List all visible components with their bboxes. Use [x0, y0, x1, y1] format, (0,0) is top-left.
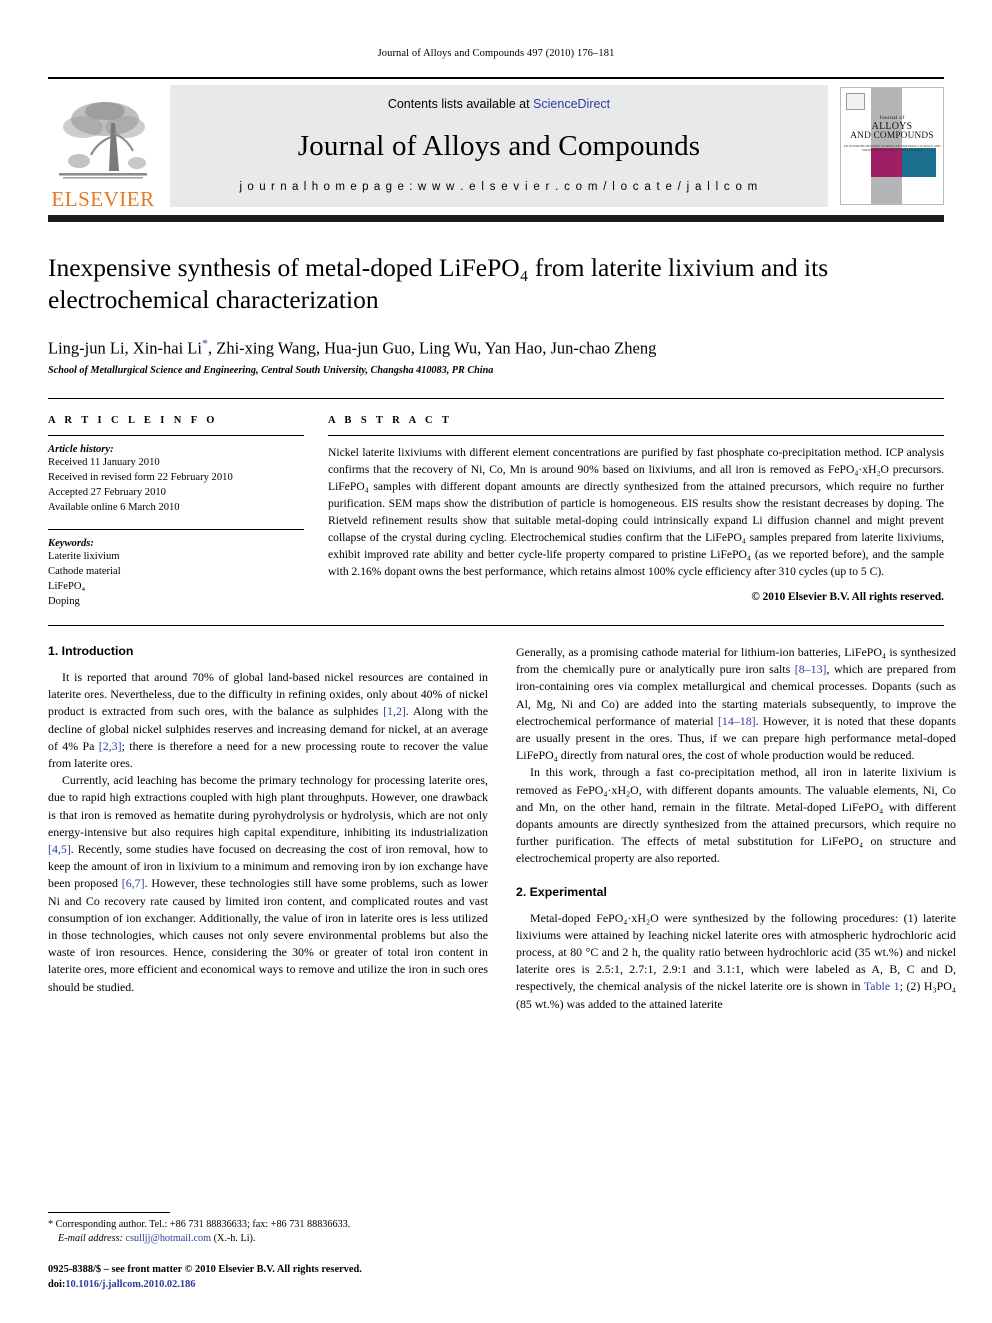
masthead-bottom-rule	[48, 215, 944, 222]
paragraph: It is reported that around 70% of global…	[48, 669, 488, 772]
title-block: Inexpensive synthesis of metal-doped LiF…	[48, 222, 944, 376]
running-head: Journal of Alloys and Compounds 497 (201…	[377, 48, 615, 59]
journal-masthead: ELSEVIER Contents lists available at Sci…	[48, 77, 944, 213]
citation-link[interactable]: [6,7]	[122, 876, 145, 890]
email-label: E-mail address:	[58, 1233, 123, 1245]
article-info-column: A R T I C L E I N F O Article history: R…	[48, 415, 304, 609]
email-suffix: (X.-h. Li).	[211, 1233, 256, 1245]
journal-homepage-line: j o u r n a l h o m e p a g e : w w w . …	[239, 181, 758, 193]
paragraph: Metal-doped FePO₄·xH₂O were synthesized …	[516, 910, 956, 1013]
authors-rest: , Zhi-xing Wang, Hua-jun Guo, Ling Wu, Y…	[207, 338, 657, 358]
body-top-rule	[48, 625, 944, 626]
keywords-block: Keywords: Laterite lixivium Cathode mate…	[48, 528, 304, 609]
corresponding-author-note: * Corresponding author. Tel.: +86 731 88…	[48, 1218, 351, 1230]
homepage-label: j o u r n a l h o m e p a g e :	[239, 181, 414, 193]
copyright-line: © 2010 Elsevier B.V. All rights reserved…	[751, 591, 944, 603]
footnote-area: * Corresponding author. Tel.: +86 731 88…	[48, 1211, 488, 1293]
homepage-url[interactable]: w w w . e l s e v i e r . c o m / l o c …	[418, 181, 759, 193]
cover-line-3: AND COMPOUNDS	[850, 131, 934, 142]
cover-magenta-block	[870, 148, 903, 178]
email-link[interactable]: csulljj@hotmail.com	[126, 1233, 212, 1244]
history-item: Received in revised form 22 February 201…	[48, 471, 233, 483]
article-info-rule	[48, 434, 304, 436]
elsevier-tree-icon	[53, 93, 153, 189]
citation-link[interactable]: [8–13]	[795, 662, 827, 676]
section-heading-experimental: 2. Experimental	[516, 884, 607, 899]
keywords-rule	[48, 528, 304, 530]
section-heading-introduction: 1. Introduction	[48, 644, 134, 658]
body-column-right: Generally, as a promising cathode materi…	[516, 644, 956, 1013]
keyword-item: Laterite lixivium	[48, 550, 120, 562]
keyword-item: Doping	[48, 595, 80, 607]
keywords-label: Keywords:	[48, 537, 94, 549]
history-item: Received 11 January 2010	[48, 456, 160, 468]
authors-first: Ling-jun Li, Xin-hai Li	[48, 338, 202, 358]
paragraph: Generally, as a promising cathode materi…	[516, 644, 956, 764]
keyword-item: LiFePO₄	[48, 580, 86, 592]
page-title: Inexpensive synthesis of metal-doped LiF…	[48, 253, 829, 315]
para-text: . However, these technologies still have…	[48, 876, 489, 994]
citation-link[interactable]: [14–18]	[718, 714, 756, 728]
author-list: Ling-jun Li, Xin-hai Li*, Zhi-xing Wang,…	[48, 336, 944, 359]
issn-line: 0925-8388/$ – see front matter © 2010 El…	[48, 1264, 362, 1276]
doi-label: doi:	[48, 1279, 66, 1291]
contents-available-line: Contents lists available at ScienceDirec…	[388, 97, 610, 111]
citation-link[interactable]: [4,5]	[48, 842, 71, 856]
paper-page: Journal of Alloys and Compounds 497 (201…	[0, 0, 992, 1323]
abstract-text: Nickel laterite lixiviums with different…	[328, 445, 944, 578]
abstract-heading: A B S T R A C T	[328, 414, 453, 426]
abstract-column: A B S T R A C T Nickel laterite lixivium…	[328, 415, 944, 609]
doi-line: doi:10.1016/j.jallcom.2010.02.186	[48, 1278, 488, 1293]
journal-title: Journal of Alloys and Compounds	[297, 129, 701, 162]
article-history-label: Article history:	[48, 443, 114, 455]
journal-cover-thumbnail: Journal of ALLOYS AND COMPOUNDS AN INTER…	[840, 87, 944, 205]
info-abstract-row: A R T I C L E I N F O Article history: R…	[48, 397, 944, 609]
contents-prefix: Contents lists available at	[387, 97, 534, 111]
sciencedirect-link[interactable]: ScienceDirect	[533, 97, 610, 111]
masthead-banner: Contents lists available at ScienceDirec…	[170, 85, 828, 207]
article-info-heading: A R T I C L E I N F O	[48, 414, 218, 426]
citation-link[interactable]: [1,2]	[383, 704, 406, 718]
elsevier-wordmark: ELSEVIER	[51, 187, 155, 211]
email-note: E-mail address: csulljj@hotmail.com (X.-…	[48, 1232, 488, 1246]
cover-line-4: AN INTERDISCIPLINARY JOURNAL OF MATERIAL…	[843, 143, 941, 152]
cover-title-text: Journal of ALLOYS AND COMPOUNDS AN INTER…	[841, 115, 943, 152]
citation-link[interactable]: [2,3]	[99, 739, 122, 753]
body-columns: 1. Introduction It is reported that arou…	[48, 644, 956, 1013]
paragraph: In this work, through a fast co-precipit…	[516, 765, 956, 866]
table-reference-link[interactable]: Table 1	[864, 979, 900, 993]
cover-elsevier-mark-icon	[846, 92, 866, 111]
doi-link[interactable]: 10.1016/j.jallcom.2010.02.186	[65, 1279, 195, 1290]
elsevier-logo: ELSEVIER	[48, 83, 158, 213]
cover-teal-block	[902, 148, 936, 178]
keyword-item: Cathode material	[48, 565, 121, 577]
history-item: Available online 6 March 2010	[48, 501, 180, 513]
history-item: Accepted 27 February 2010	[48, 486, 166, 498]
para-text: Currently, acid leaching has become the …	[48, 773, 488, 839]
abstract-rule	[328, 434, 944, 436]
body-column-left: 1. Introduction It is reported that arou…	[48, 644, 488, 1013]
footnote-rule	[48, 1211, 170, 1213]
affiliation: School of Metallurgical Science and Engi…	[48, 364, 494, 376]
issn-block: 0925-8388/$ – see front matter © 2010 El…	[48, 1263, 488, 1293]
paragraph: Currently, acid leaching has become the …	[48, 772, 488, 996]
